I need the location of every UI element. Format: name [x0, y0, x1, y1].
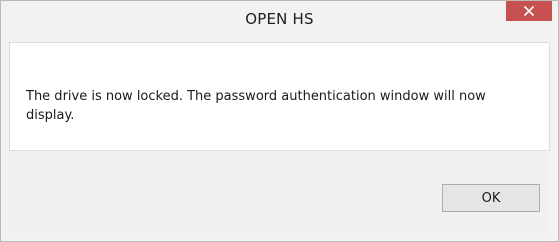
message-panel: The drive is now locked. The password au…	[9, 42, 550, 151]
title-bar[interactable]: OPEN HS	[1, 1, 558, 42]
dialog-window: OPEN HS The drive is now locked. The pas…	[0, 0, 559, 242]
ok-button[interactable]: OK	[442, 184, 540, 212]
close-button[interactable]	[506, 1, 552, 21]
message-text: The drive is now locked. The password au…	[26, 89, 486, 123]
close-icon	[524, 6, 534, 16]
window-title: OPEN HS	[245, 10, 314, 28]
button-bar: OK	[9, 151, 548, 233]
